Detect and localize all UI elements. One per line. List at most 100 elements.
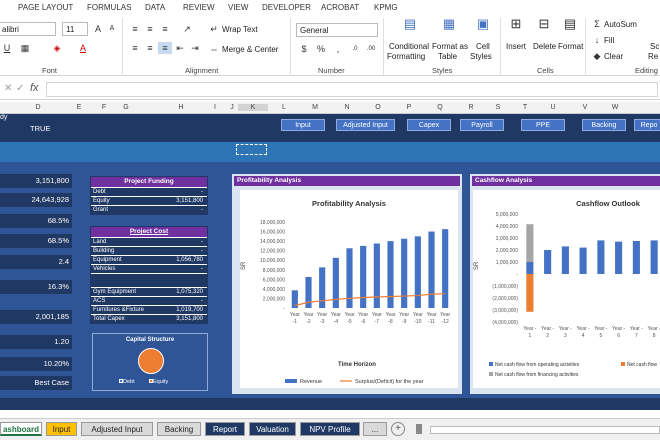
tab-input[interactable]: Input xyxy=(46,422,77,436)
selected-cell[interactable] xyxy=(236,144,267,155)
menu-kpmg[interactable]: KPMG xyxy=(374,3,398,12)
revenue-bar xyxy=(387,241,394,308)
insert-button[interactable]: Insert xyxy=(506,42,526,51)
tab-valuation[interactable]: Valuation xyxy=(249,422,296,436)
decrease-indent-icon[interactable]: ⇤ xyxy=(173,42,187,54)
autosum-button[interactable]: AutoSum xyxy=(604,20,637,29)
column-header-cell[interactable]: E xyxy=(71,104,87,111)
column-header-cell[interactable]: W xyxy=(607,104,623,111)
conditional-formatting-line2[interactable]: Formatting xyxy=(387,52,425,61)
increase-indent-icon[interactable]: ⇥ xyxy=(188,42,202,54)
align-center-icon[interactable]: ≡ xyxy=(143,42,157,54)
column-header-cell[interactable]: F xyxy=(96,104,112,111)
nav-ppe-button[interactable]: PPE xyxy=(521,119,565,131)
nav-backing-button[interactable]: Backing xyxy=(582,119,626,131)
profitability-header: Profitability Analysis xyxy=(234,176,460,186)
format-as-table-line1[interactable]: Format as xyxy=(432,42,468,51)
orientation-icon[interactable]: ↗ xyxy=(180,23,194,35)
cancel-icon[interactable]: ✕ xyxy=(4,83,12,94)
column-header-cell[interactable]: Q xyxy=(432,104,448,111)
underline-icon[interactable]: U xyxy=(0,42,14,54)
column-header-cell[interactable]: H xyxy=(173,104,189,111)
grow-font-icon[interactable]: A xyxy=(91,23,105,35)
tab-npv-profile[interactable]: NPV Profile xyxy=(300,422,360,436)
format-button[interactable]: Format xyxy=(558,42,583,51)
scroll-split-icon[interactable] xyxy=(416,424,422,434)
number-format-select[interactable]: General xyxy=(296,23,378,37)
column-header-cell[interactable]: U xyxy=(545,104,561,111)
nav-report-button[interactable]: Repo xyxy=(634,119,660,131)
nav-adjusted-input-button[interactable]: Adjusted Input xyxy=(336,119,395,131)
formula-input[interactable] xyxy=(46,82,658,97)
column-header-cell[interactable]: V xyxy=(577,104,593,111)
column-header-cell[interactable]: N xyxy=(339,104,355,111)
column-header-cell[interactable]: O xyxy=(370,104,386,111)
align-right-icon[interactable]: ≡ xyxy=(158,42,172,54)
currency-icon[interactable]: $ xyxy=(297,43,311,55)
column-header-cell[interactable]: T xyxy=(517,104,533,111)
menu-acrobat[interactable]: ACROBAT xyxy=(321,3,359,12)
conditional-formatting-line1[interactable]: Conditional xyxy=(389,42,429,51)
column-header-cell[interactable]: P xyxy=(401,104,417,111)
borders-icon[interactable]: ▦ xyxy=(18,42,32,54)
formula-bar: ✕ ✓ fx xyxy=(0,80,660,100)
merge-center-icon: ⇔ xyxy=(209,44,219,54)
font-color-icon[interactable]: A xyxy=(76,42,90,54)
comma-icon[interactable]: , xyxy=(331,43,345,55)
y-tick-label: 18,000,000 xyxy=(260,220,285,226)
nav-capex-button[interactable]: Capex xyxy=(407,119,451,131)
x-tick-label: Year xyxy=(358,312,368,318)
column-header-cell[interactable]: R xyxy=(463,104,479,111)
tab-adjusted-input[interactable]: Adjusted Input xyxy=(81,422,153,436)
tab-report[interactable]: Report xyxy=(205,422,245,436)
column-header-cell[interactable]: L xyxy=(276,104,292,111)
align-left-icon[interactable]: ≡ xyxy=(128,42,142,54)
decrease-decimal-icon[interactable]: .00 xyxy=(364,43,378,55)
font-size-select[interactable]: 11 xyxy=(62,22,88,36)
insert-function-icon[interactable]: fx xyxy=(30,82,39,94)
align-bottom-icon[interactable]: ≡ xyxy=(158,23,172,35)
increase-decimal-icon[interactable]: .0 xyxy=(348,43,362,55)
cell-styles-line2[interactable]: Styles xyxy=(470,52,492,61)
legend-financing-label: Net cash flow from financing activities xyxy=(495,372,579,378)
fill-color-icon[interactable]: ◈ xyxy=(50,42,64,54)
font-name-select[interactable]: alibri xyxy=(0,22,56,36)
menu-developer[interactable]: DEVELOPER xyxy=(262,3,311,12)
nav-input-button[interactable]: Input xyxy=(281,119,325,131)
find-select-button[interactable]: Re xyxy=(648,52,658,61)
column-header-cell[interactable]: I xyxy=(207,104,223,111)
tab-backing[interactable]: Backing xyxy=(157,422,201,436)
fill-button[interactable]: Fill xyxy=(604,36,614,45)
styles-group-label: Styles xyxy=(432,66,453,75)
tab-dashboard[interactable]: ashboard xyxy=(0,422,42,436)
enter-icon[interactable]: ✓ xyxy=(16,83,24,94)
format-as-table-line2[interactable]: Table xyxy=(438,52,457,61)
cell-styles-line1[interactable]: Cell xyxy=(476,42,490,51)
nav-payroll-button[interactable]: Payroll xyxy=(460,119,504,131)
shrink-font-icon[interactable]: A xyxy=(105,23,119,35)
align-middle-icon[interactable]: ≡ xyxy=(143,23,157,35)
menu-review[interactable]: REVIEW xyxy=(183,3,215,12)
clear-button[interactable]: Clear xyxy=(604,52,623,61)
menu-page-layout[interactable]: PAGE LAYOUT xyxy=(18,3,73,12)
delete-button[interactable]: Delete xyxy=(533,42,556,51)
column-header-cell-selected[interactable]: K xyxy=(238,104,268,111)
menu-data[interactable]: DATA xyxy=(145,3,165,12)
horizontal-scrollbar[interactable] xyxy=(430,426,660,434)
cashflow-bar xyxy=(615,241,623,274)
column-header-cell[interactable]: D xyxy=(30,104,46,111)
column-header-cell[interactable]: G xyxy=(118,104,134,111)
column-header-cell[interactable]: S xyxy=(490,104,506,111)
percent-icon[interactable]: % xyxy=(314,43,328,55)
menu-formulas[interactable]: FORMULAS xyxy=(87,3,131,12)
column-header-cell[interactable]: M xyxy=(307,104,323,111)
add-sheet-icon[interactable]: + xyxy=(391,422,405,436)
align-top-icon[interactable]: ≡ xyxy=(128,23,142,35)
y-tick-label: (1,000,000) xyxy=(492,284,518,290)
merge-center-button[interactable]: Merge & Center xyxy=(222,45,278,54)
y-axis-label: SR xyxy=(474,261,480,270)
sort-filter-button[interactable]: Sc xyxy=(650,42,659,51)
tab-more[interactable]: ... xyxy=(363,422,387,436)
menu-view[interactable]: VIEW xyxy=(228,3,248,12)
wrap-text-button[interactable]: Wrap Text xyxy=(222,25,258,34)
